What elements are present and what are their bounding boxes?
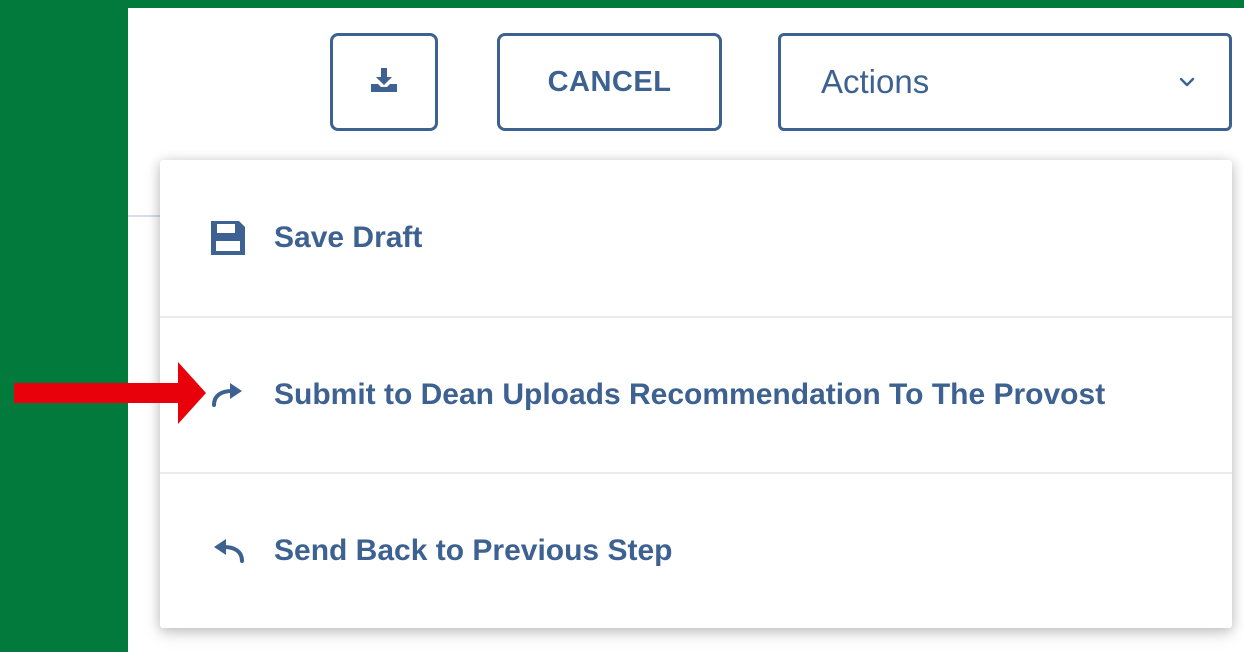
cancel-button[interactable]: CANCEL (497, 33, 722, 131)
save-icon (208, 218, 248, 258)
red-arrow-icon (14, 362, 206, 429)
menu-item-submit-to-dean[interactable]: Submit to Dean Uploads Recommendation To… (160, 316, 1232, 471)
menu-item-label: Send Back to Previous Step (274, 533, 673, 567)
actions-menu: Save Draft Submit to Dean Uploads Recomm… (160, 160, 1232, 628)
menu-item-send-back[interactable]: Send Back to Previous Step (160, 472, 1232, 627)
chevron-down-icon (1179, 77, 1195, 87)
menu-item-label: Submit to Dean Uploads Recommendation To… (274, 377, 1106, 411)
forward-arrow-icon (208, 375, 248, 415)
menu-item-save-draft[interactable]: Save Draft (160, 160, 1232, 315)
undo-arrow-icon (208, 531, 248, 571)
actions-dropdown[interactable]: Actions (778, 33, 1232, 131)
cancel-button-label: CANCEL (547, 65, 672, 98)
download-button[interactable] (330, 33, 438, 131)
actions-dropdown-label: Actions (821, 63, 930, 100)
content-panel: CANCEL Actions Save Draft Submit to Dean… (128, 8, 1244, 652)
download-icon (370, 67, 398, 98)
menu-item-label: Save Draft (274, 220, 423, 254)
